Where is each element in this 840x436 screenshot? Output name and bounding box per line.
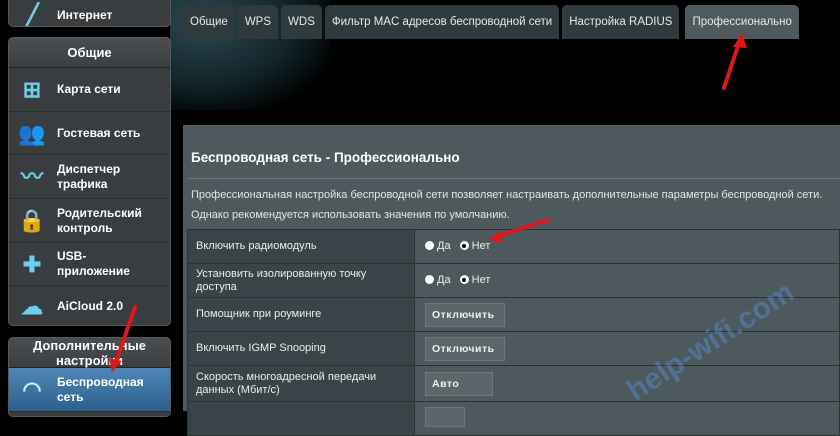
sidebar-item-usb-app[interactable]: ✚ USB-приложение [9,243,170,286]
setting-label: Помощник при роуминге [187,297,415,332]
sidebar-item-internet[interactable]: ╱ Интернет [8,0,171,27]
page-title: Беспроводная сеть - Профессионально [191,150,460,165]
setting-label: Включить радиомодуль [187,229,415,264]
tab-wps[interactable]: WPS [237,5,279,39]
radio-no[interactable]: Нет [459,273,491,286]
multicast-rate-select[interactable]: Авто [425,371,493,396]
divider [187,178,840,179]
tab-bar: Общие WPS WDS Фильтр MAC адресов беспров… [183,5,799,39]
radio-button[interactable] [425,275,434,285]
table-row: Установить изолированную точку доступа Д… [187,263,840,298]
setting-label: Установить изолированную точку доступа [187,263,415,298]
arrow-to-tab [722,38,742,90]
radio-button[interactable] [459,275,469,285]
guest-network-icon: 👥 [18,120,46,146]
lock-icon: 🔒 [18,208,46,233]
radio-label: Нет [471,239,491,252]
sidebar-item-label: USB-приложение [57,249,130,278]
sidebar: ╱ Интернет Общие ⊞ Карта сети 👥 Гостевая с… [0,0,178,417]
description-line: Однако рекомендуется использовать значен… [191,209,510,221]
roaming-assistant-select[interactable]: Отключить [425,302,505,327]
setting-label: Включить IGMP Snooping [187,331,415,366]
radio-button[interactable] [425,241,434,251]
advanced-panel: Дополнительные настройки ◠ Беспроводная с… [8,337,171,417]
radio-yes[interactable]: Да [425,274,451,286]
network-map-icon: ⊞ [22,77,42,102]
tab-wds[interactable]: WDS [281,5,322,39]
sidebar-item-label: Карта сети [57,82,121,96]
table-row: Включить радиомодуль Да Нет [187,229,840,264]
setting-label [187,401,415,436]
radio-yes[interactable]: Да [425,240,451,252]
tab-mac-filter[interactable]: Фильтр MAC адресов беспроводной сети [324,5,560,39]
sidebar-item-parental-control[interactable]: 🔒 Родительский контроль [9,199,170,243]
cloud-home-icon: ☁ [21,294,43,319]
setting-label: Скорость многоадресной передачи данных (… [187,365,415,402]
sidebar-item-label: Родительский контроль [57,205,142,235]
sidebar-item-label: AiCloud 2.0 [57,299,124,313]
puzzle-icon: ✚ [22,251,42,277]
sidebar-item-label: Гостевая сеть [57,125,141,140]
radio-label: Да [437,273,451,286]
tab-professional[interactable]: Профессионально [685,5,799,39]
wifi-icon: ◠ [22,377,42,402]
radio-button[interactable] [459,241,469,251]
sidebar-item-guest-network[interactable]: 👥 Гостевая сеть [9,112,170,155]
description: Профессиональная настройка беспроводной … [191,185,822,225]
general-panel: Общие ⊞ Карта сети 👥 Гостевая сеть 〰 Диспет… [8,37,171,326]
radio-no[interactable]: Нет [459,239,491,252]
table-row [187,401,840,436]
igmp-snooping-select[interactable]: Отключить [425,336,505,361]
content-panel: Беспроводная сеть - Профессионально Проф… [183,125,840,436]
sidebar-item-aicloud[interactable]: ☁ AiCloud 2.0 [9,286,170,325]
internet-icon: ╱ [25,2,39,27]
sidebar-item-label: Диспетчер трафика [57,161,121,191]
traffic-manager-icon: 〰 [20,164,43,189]
radio-label: Да [437,239,451,252]
general-header: Общие [9,38,170,68]
radio-label: Нет [471,273,491,286]
sidebar-item-wireless[interactable]: ◠ Беспроводная сеть [9,368,170,412]
sidebar-item-label: Интернет [57,7,113,22]
setting-select[interactable] [425,407,465,427]
tab-radius[interactable]: Настройка RADIUS [562,5,680,39]
description-line: Профессиональная настройка беспроводной … [191,189,823,201]
sidebar-item-label: Беспроводная сеть [57,374,144,404]
sidebar-item-network-map[interactable]: ⊞ Карта сети [9,68,170,112]
advanced-header: Дополнительные настройки [9,338,170,368]
tab-general[interactable]: Общие [183,5,235,39]
table-row: Скорость многоадресной передачи данных (… [187,365,840,402]
sidebar-item-traffic-manager[interactable]: 〰 Диспетчер трафика [9,155,170,199]
